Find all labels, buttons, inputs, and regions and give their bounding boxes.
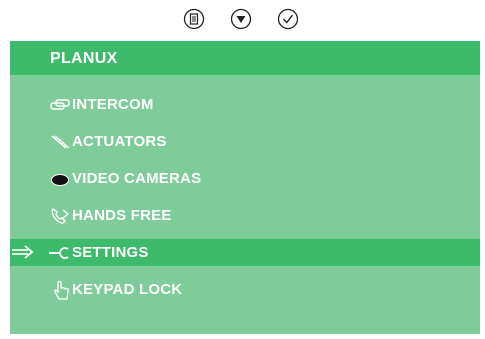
top-toolbar bbox=[0, 0, 485, 40]
hand-pointer-icon bbox=[52, 281, 72, 300]
intercom-icon bbox=[50, 96, 70, 114]
menu-item-label: SETTINGS bbox=[72, 244, 149, 261]
menu-item-label: ACTUATORS bbox=[72, 133, 167, 150]
header-bar: PLANUX bbox=[10, 41, 480, 75]
menu-item-label: HANDS FREE bbox=[72, 207, 172, 224]
menu-item-actuators[interactable]: ACTUATORS bbox=[10, 128, 480, 155]
actuator-icon bbox=[50, 133, 70, 151]
menu-item-label: INTERCOM bbox=[72, 96, 154, 113]
menu-item-settings[interactable]: SETTINGS bbox=[10, 239, 480, 266]
menu-item-intercom[interactable]: INTERCOM bbox=[10, 91, 480, 118]
menu-item-label: KEYPAD LOCK bbox=[72, 281, 183, 298]
selection-arrow-icon bbox=[10, 243, 36, 261]
menu-item-hands-free[interactable]: HANDS FREE bbox=[10, 202, 480, 229]
menu-item-keypad-lock[interactable]: KEYPAD LOCK bbox=[10, 276, 480, 303]
menu-item-video-cameras[interactable]: VIDEO CAMERAS bbox=[10, 165, 480, 192]
menu-icon[interactable] bbox=[183, 8, 205, 30]
down-arrow-icon[interactable] bbox=[230, 8, 252, 30]
menu-item-label: VIDEO CAMERAS bbox=[72, 170, 202, 187]
wrench-icon bbox=[48, 244, 69, 262]
handsfree-phone-icon bbox=[50, 207, 70, 225]
checkmark-icon[interactable] bbox=[277, 8, 299, 30]
page-title: PLANUX bbox=[50, 50, 118, 67]
camera-eye-icon bbox=[50, 170, 70, 188]
display-screen: PLANUX INTERCOM ACTUATORS VIDEO CAMERAS … bbox=[10, 41, 480, 334]
